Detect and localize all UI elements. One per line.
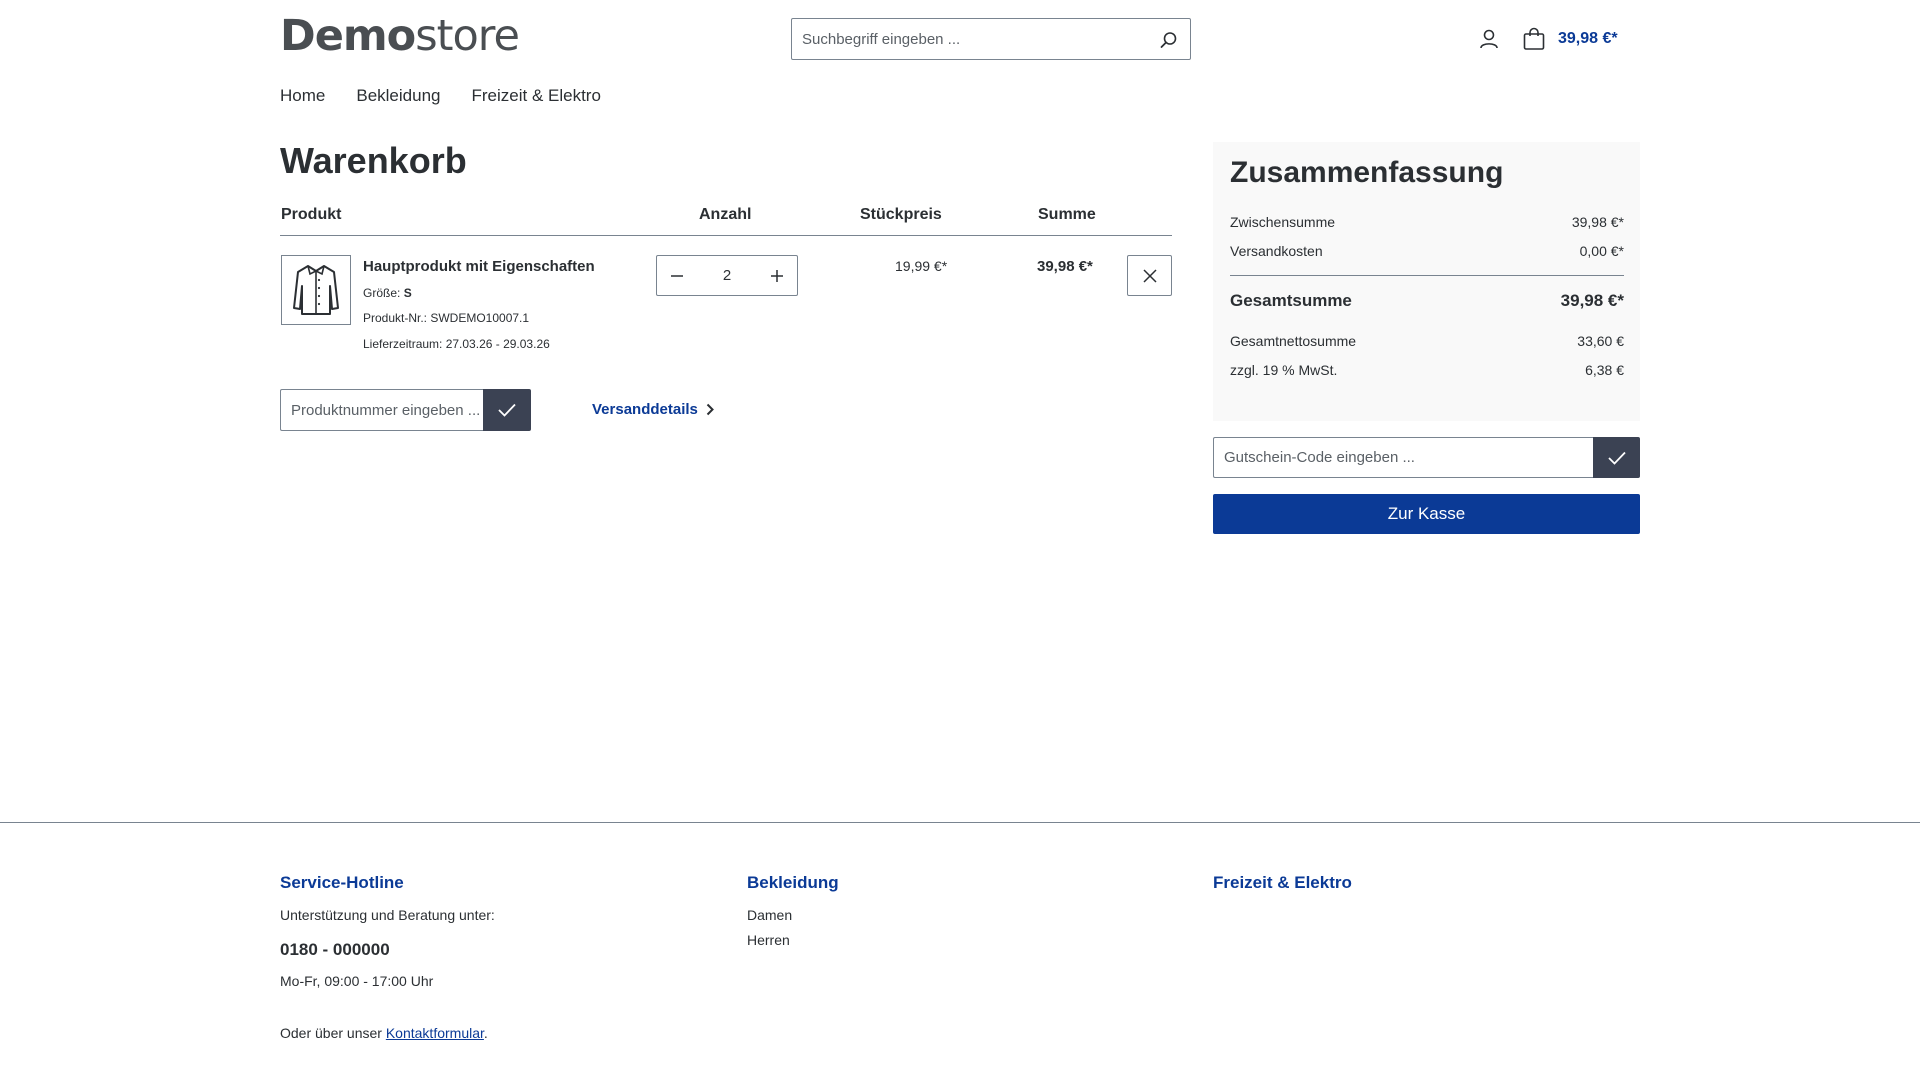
add-product-button[interactable] <box>483 389 531 431</box>
search-icon <box>1160 32 1177 48</box>
logo-light-text: store <box>415 11 520 61</box>
checkmark-icon <box>498 403 516 417</box>
jacket-icon <box>293 265 339 315</box>
quantity-input[interactable] <box>702 267 752 284</box>
main-navigation: Home Bekleidung Freizeit & Elektro <box>280 86 601 106</box>
cart-total: 39,98 €* <box>1558 30 1618 47</box>
checkout-button[interactable]: Zur Kasse <box>1213 494 1640 534</box>
footer-column-clothing: Bekleidung Damen Herren <box>747 873 839 948</box>
nav-item-home[interactable]: Home <box>280 86 325 106</box>
quantity-decrease-button[interactable] <box>657 256 697 295</box>
apply-voucher-button[interactable] <box>1593 437 1640 478</box>
column-header-unit-price: Stückpreis <box>860 206 942 223</box>
close-icon <box>1142 268 1157 283</box>
delivery-period: Lieferzeitraum: 27.03.26 - 29.03.26 <box>363 337 550 351</box>
order-summary: Zusammenfassung Zwischensumme 39,98 €* V… <box>1213 142 1640 421</box>
size-label: Größe: <box>363 286 401 300</box>
contact-text: Oder über unser Kontaktformular. <box>280 1025 495 1041</box>
vat-value: 6,38 € <box>1585 362 1624 378</box>
account-button[interactable] <box>1476 26 1502 52</box>
hotline-hours: Mo-Fr, 09:00 - 17:00 Uhr <box>280 973 434 989</box>
shopping-bag-icon <box>1523 27 1545 50</box>
logo-bold-text: Demo <box>280 11 416 61</box>
net-total-label: Gesamtnettosumme <box>1230 333 1357 349</box>
quantity-stepper <box>656 255 798 296</box>
footer-column-leisure: Freizeit & Elektro <box>1213 873 1352 893</box>
footer-column-hotline: Service-Hotline Unterstützung und Beratu… <box>280 873 495 1041</box>
cart-line-item: Hauptprodukt mit Eigenschaften Größe: S … <box>280 254 1172 364</box>
voucher-code-input[interactable] <box>1213 437 1593 478</box>
shipping-costs-value: 0,00 €* <box>1579 243 1624 259</box>
search-button[interactable] <box>1156 27 1182 53</box>
contact-form-link[interactable]: Kontaktformular <box>386 1025 484 1041</box>
column-header-product: Produkt <box>281 206 342 223</box>
user-icon <box>1480 29 1498 49</box>
cart-button[interactable]: 39,98 €* <box>1522 24 1618 54</box>
footer-heading-leisure[interactable]: Freizeit & Elektro <box>1213 873 1352 893</box>
footer-link-herren[interactable]: Herren <box>747 932 839 948</box>
size-value: S <box>403 286 412 300</box>
total-label: Gesamtsumme <box>1230 291 1352 310</box>
footer-heading-hotline: Service-Hotline <box>280 873 404 892</box>
product-size: Größe: S <box>363 286 412 300</box>
footer-link-damen[interactable]: Damen <box>747 907 839 923</box>
unit-price: 19,99 €* <box>895 258 948 274</box>
checkmark-icon <box>1607 451 1626 465</box>
nav-item-bekleidung[interactable]: Bekleidung <box>356 86 440 106</box>
product-number: Produkt-Nr.: SWDEMO10007.1 <box>363 311 530 325</box>
minus-icon <box>671 274 683 277</box>
net-total-value: 33,60 € <box>1577 333 1624 349</box>
net-total-row: Gesamtnettosumme 33,60 € <box>1230 333 1624 349</box>
remove-item-button[interactable] <box>1127 255 1172 296</box>
search-box <box>791 18 1191 60</box>
line-total: 39,98 €* <box>1037 258 1093 275</box>
column-header-sum: Summe <box>1038 206 1096 223</box>
column-header-quantity: Anzahl <box>699 206 752 223</box>
page-title: Warenkorb <box>280 140 467 181</box>
nav-item-freizeit-elektro[interactable]: Freizeit & Elektro <box>471 86 600 106</box>
plus-icon <box>771 269 783 282</box>
product-number-input[interactable] <box>280 389 483 431</box>
total-value: 39,98 €* <box>1560 291 1624 310</box>
chevron-right-icon <box>706 403 714 416</box>
product-name-link[interactable]: Hauptprodukt mit Eigenschaften <box>363 258 595 275</box>
subtotal-value: 39,98 €* <box>1571 214 1624 230</box>
total-row: Gesamtsumme 39,98 €* <box>1230 291 1624 311</box>
shipping-costs-row: Versandkosten 0,00 €* <box>1230 243 1624 259</box>
summary-divider <box>1230 275 1624 276</box>
hotline-number[interactable]: 0180 - 000000 <box>280 940 495 960</box>
footer-heading-clothing[interactable]: Bekleidung <box>747 873 839 893</box>
shipping-costs-label: Versandkosten <box>1230 243 1323 259</box>
subtotal-row: Zwischensumme 39,98 €* <box>1230 214 1624 230</box>
add-product-form <box>280 389 531 431</box>
footer-divider <box>0 822 1920 823</box>
search-input[interactable] <box>792 20 1132 58</box>
hotline-text: Unterstützung und Beratung unter: <box>280 907 495 923</box>
subtotal-label: Zwischensumme <box>1230 214 1336 230</box>
vat-label: zzgl. 19 % MwSt. <box>1230 362 1338 378</box>
summary-title: Zusammenfassung <box>1230 156 1504 189</box>
shipping-details-label: Versanddetails <box>592 401 698 418</box>
contact-prefix: Oder über unser <box>280 1025 386 1041</box>
contact-suffix: . <box>483 1025 488 1041</box>
shipping-details-link[interactable]: Versanddetails <box>592 401 714 418</box>
voucher-form <box>1213 437 1640 478</box>
cart-table-header: Produkt Anzahl Stückpreis Summe <box>280 206 1172 236</box>
product-thumbnail[interactable] <box>281 255 351 325</box>
store-logo[interactable]: Demostore <box>280 11 520 61</box>
vat-row: zzgl. 19 % MwSt. 6,38 € <box>1230 362 1624 378</box>
page-header: Demostore 39,98 €* Home Bekleidung Freiz… <box>0 0 1920 120</box>
quantity-increase-button[interactable] <box>757 256 797 295</box>
